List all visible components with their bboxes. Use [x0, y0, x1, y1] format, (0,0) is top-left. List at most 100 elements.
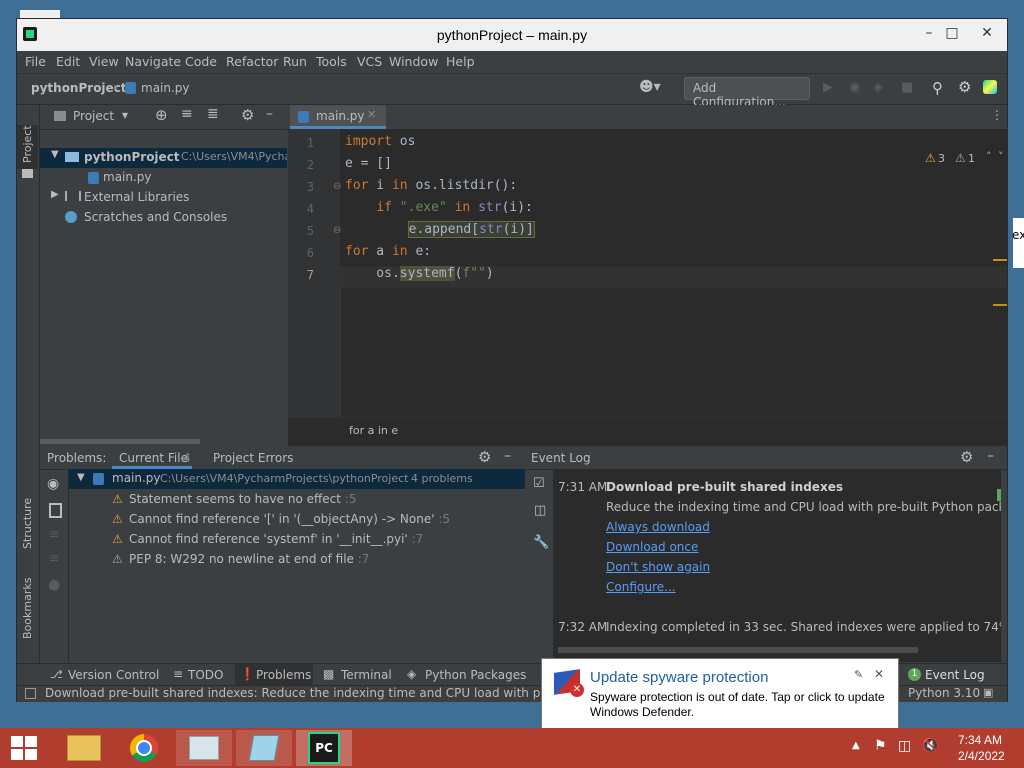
collapse-arrow-icon[interactable]: ▶ — [51, 189, 59, 200]
link-always-download[interactable]: Always download — [606, 520, 710, 534]
weak-warning-icon[interactable]: ⚠ — [955, 151, 966, 165]
vertical-scroll-marker[interactable] — [997, 489, 1001, 501]
maximize-button[interactable]: □ — [937, 21, 967, 45]
stop-icon[interactable]: ■ — [901, 80, 913, 95]
trash-icon[interactable]: ◫ — [534, 503, 546, 518]
hide-problems-icon[interactable]: – — [504, 448, 511, 464]
horizontal-scrollbar[interactable] — [40, 439, 200, 444]
tab-current-file[interactable]: Current File 4 — [112, 447, 192, 469]
weak-warnings-count[interactable]: 1 — [968, 152, 975, 165]
code-line-4[interactable]: if ".exe" in str(i): — [345, 200, 533, 215]
python-interpreter[interactable]: Python 3.10 — [908, 686, 980, 700]
code-line-7[interactable]: os.systemf(f"") — [345, 266, 494, 281]
notepad-taskbar-icon[interactable] — [236, 730, 292, 766]
problems-settings-gear-icon[interactable]: ⚙ — [478, 448, 491, 466]
lock-icon[interactable]: ▣ — [983, 686, 993, 699]
tab-project-errors[interactable]: Project Errors — [213, 451, 293, 465]
fold-icon[interactable]: ⊖ — [333, 181, 341, 192]
problem-item[interactable]: Statement seems to have no effect :5 — [129, 492, 356, 506]
problem-item[interactable]: Cannot find reference '[' in '(__objectA… — [129, 512, 450, 526]
breadcrumb-file[interactable]: main.py — [141, 81, 190, 95]
run-icon[interactable]: ▶ — [823, 80, 833, 95]
project-root-name[interactable]: pythonProject — [84, 150, 180, 164]
horizontal-scrollbar[interactable] — [558, 647, 918, 653]
project-view-label[interactable]: Project — [73, 109, 114, 123]
user-icon[interactable]: ☻▾ — [639, 79, 661, 95]
volume-muted-icon[interactable]: 🔇 — [922, 738, 939, 754]
problem-item[interactable]: PEP 8: W292 no newline at end of file :7 — [129, 552, 369, 566]
jetbrains-toolbox-icon[interactable] — [983, 80, 997, 94]
problem-item[interactable]: Cannot find reference 'systemf' in '__in… — [129, 532, 423, 546]
link-dont-show-again[interactable]: Don't show again — [606, 560, 710, 574]
code-line-1[interactable]: import os — [345, 134, 415, 149]
wrench-icon[interactable]: 🔧 — [533, 535, 549, 550]
file-explorer-taskbar-icon[interactable] — [56, 730, 112, 766]
editor-tab-main-py[interactable]: main.py ✕ — [290, 105, 386, 129]
filter-icon[interactable]: ● — [48, 577, 60, 593]
menu-refactor[interactable]: Refactor — [226, 54, 278, 69]
project-tool-label[interactable]: Project — [21, 125, 34, 163]
menu-navigate[interactable]: Navigate — [125, 54, 181, 69]
clock-date[interactable]: 2/4/2022 — [958, 749, 1005, 763]
warnings-count[interactable]: 3 — [938, 152, 945, 165]
expand-arrow-icon[interactable]: ▼ — [51, 149, 59, 160]
menu-edit[interactable]: Edit — [56, 54, 80, 69]
close-button[interactable]: ✕ — [972, 21, 1002, 45]
error-stripe-marker[interactable] — [993, 259, 1007, 261]
code-line-5[interactable]: e.append[str(i)] — [345, 221, 535, 238]
pycharm-taskbar-icon[interactable]: PC — [296, 730, 352, 766]
start-button[interactable] — [0, 730, 48, 766]
collapse-icon[interactable]: ≡ — [49, 551, 59, 565]
hide-panel-icon[interactable]: – — [266, 106, 273, 122]
close-tab-icon[interactable]: ✕ — [367, 108, 376, 121]
menu-file[interactable]: File — [25, 54, 46, 69]
menu-run[interactable]: Run — [283, 54, 307, 69]
debug-icon[interactable]: ◉ — [849, 80, 860, 95]
mark-read-icon[interactable]: ☑ — [533, 476, 545, 491]
windows-notification[interactable]: ✕ Update spyware protection Spyware prot… — [541, 658, 899, 730]
menu-view[interactable]: View — [89, 54, 119, 69]
structure-tool-label[interactable]: Structure — [21, 498, 34, 549]
collapse-all-icon[interactable]: ≣ — [207, 106, 219, 122]
expand-all-icon[interactable]: ≡ — [181, 106, 193, 122]
notification-settings-icon[interactable]: ✎ — [854, 668, 863, 681]
problem-file-name[interactable]: main.py — [112, 471, 161, 485]
error-stripe-marker[interactable] — [993, 304, 1007, 306]
expand-icon[interactable]: ≡ — [49, 527, 59, 541]
search-icon[interactable]: ⚲ — [932, 79, 943, 97]
hide-event-log-icon[interactable]: – — [987, 448, 994, 464]
more-options-icon[interactable]: ⋮ — [991, 108, 1003, 122]
tree-item-scratches[interactable]: Scratches and Consoles — [84, 210, 227, 224]
chrome-taskbar-icon[interactable] — [116, 730, 172, 766]
link-download-once[interactable]: Download once — [606, 540, 698, 554]
tab-version-control[interactable]: Version Control — [68, 668, 159, 682]
code-line-6[interactable]: for a in e: — [345, 244, 431, 259]
locate-file-icon[interactable]: ⊕ — [155, 106, 168, 124]
tab-event-log[interactable]: Event Log — [925, 668, 985, 682]
warning-icon[interactable]: ⚠ — [925, 151, 936, 165]
tab-terminal[interactable]: Terminal — [341, 668, 392, 682]
menu-code[interactable]: Code — [185, 54, 217, 69]
tab-todo[interactable]: TODO — [188, 668, 223, 682]
fold-icon[interactable]: ⊖ — [333, 225, 341, 236]
tree-item-main-py[interactable]: main.py — [103, 170, 152, 184]
event-log-settings-gear-icon[interactable]: ⚙ — [960, 448, 973, 466]
code-line-2[interactable]: e = [] — [345, 156, 392, 171]
preview-icon[interactable] — [49, 503, 62, 518]
bookmarks-tool-label[interactable]: Bookmarks — [21, 578, 34, 639]
settings-gear-icon[interactable]: ⚙ — [958, 78, 971, 96]
clock-time[interactable]: 7:34 AM — [958, 733, 1002, 747]
tree-item-external-libraries[interactable]: External Libraries — [84, 190, 189, 204]
next-highlight-icon[interactable]: ˅ — [998, 150, 1004, 163]
network-icon[interactable]: ◫ — [898, 738, 911, 754]
link-configure[interactable]: Configure... — [606, 580, 676, 594]
notification-close-icon[interactable]: ✕ — [874, 667, 884, 681]
menu-tools[interactable]: Tools — [316, 54, 347, 69]
eye-icon[interactable]: ◉ — [47, 476, 59, 492]
expand-arrow-icon[interactable]: ▼ — [77, 472, 85, 483]
menu-help[interactable]: Help — [446, 54, 475, 69]
menu-vcs[interactable]: VCS — [357, 54, 382, 69]
previous-highlight-icon[interactable]: ˄ — [986, 150, 992, 163]
show-hidden-icons[interactable]: ▲ — [852, 740, 860, 751]
status-message[interactable]: Download pre-built shared indexes: Reduc… — [45, 686, 543, 700]
